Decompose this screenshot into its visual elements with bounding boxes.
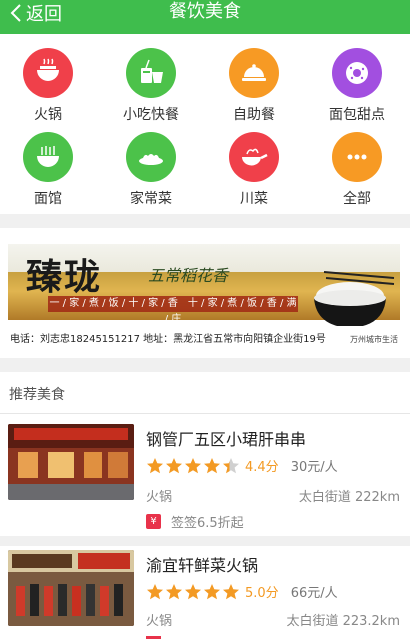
banner-section: 臻珑 五常稻花香 一 / 家 / 煮 / 饭 / 十 / 家 / 香 十 / 家… [0,228,410,358]
banner-slogan: 五常稻花香 [148,266,229,285]
location-distance: 太白街道 223.2km [286,614,400,629]
rating-score: 5.0分 [245,586,279,601]
star-icon [166,583,182,599]
fastfood-icon [126,48,176,98]
star-icon [147,457,163,473]
donut-icon [332,48,382,98]
avg-price: 66元/人 [290,586,338,601]
star-rating: 5.0分 66元/人 [146,582,338,601]
category-noodle[interactable]: 面馆 [0,132,98,208]
banner-watermark: 万州城市生活 [350,335,398,344]
category-label: 家常菜 [130,191,172,207]
banner-brand: 臻珑 [26,256,103,298]
more-icon [332,132,382,182]
promo-text: 签签6.5折起 [171,516,244,531]
category-label: 全部 [343,191,371,207]
hotpot-icon [23,48,73,98]
star-icon [223,583,239,599]
star-rating: 4.4分 30元/人 [146,456,338,475]
shop-photo [8,424,134,500]
category-grid: 火锅 小吃快餐 自助餐 面包甜点 面馆 家常菜 川菜 全部 [0,34,410,214]
category-sichuan[interactable]: 川菜 [204,132,304,208]
category-label: 面包甜点 [329,107,385,123]
shop-card[interactable]: 渝宜轩鲜菜火锅 5.0分 66元/人 火锅 太白街道 223.2km [0,546,410,639]
banner-strip: 一 / 家 / 煮 / 饭 / 十 / 家 / 香 十 / 家 / 煮 / 饭 … [48,296,298,325]
banner-ad[interactable]: 臻珑 五常稻花香 一 / 家 / 煮 / 饭 / 十 / 家 / 香 十 / 家… [8,244,400,348]
category-fastfood[interactable]: 小吃快餐 [101,48,201,124]
avg-price: 30元/人 [290,460,338,475]
shop-name: 渝宜轩鲜菜火锅 [146,556,259,575]
recommend-section: 推荐美食 钢管厂五区小珺肝串串 4.4分 30元/人 火锅 太白街道 222km [0,372,410,639]
star-icon [185,457,201,473]
category-buffet[interactable]: 自助餐 [204,48,304,124]
card-divider [0,536,410,546]
location-distance: 太白街道 222km [298,490,400,505]
category-label: 小吃快餐 [123,107,179,123]
buffet-icon [229,48,279,98]
category-label: 自助餐 [233,107,275,123]
category-all[interactable]: 全部 [307,132,407,208]
category-hotpot[interactable]: 火锅 [0,48,98,124]
discount-badge: ¥ [146,514,161,529]
home-dish-icon [126,132,176,182]
star-icon [147,583,163,599]
rice-bowl-icon [314,271,395,328]
sichuan-wok-icon [229,132,279,182]
noodle-icon [23,132,73,182]
shop-photo [8,550,134,626]
category-label: 面馆 [34,191,62,207]
rating-score: 4.4分 [245,460,279,475]
top-bar: 返回 餐饮美食 [0,0,410,34]
category-homedish[interactable]: 家常菜 [101,132,201,208]
section-title: 推荐美食 [9,387,65,403]
cuisine-tag: 火锅 [146,490,173,505]
banner-contact: 电话：刘志忠18245151217 地址：黑龙江省五常市向阳镇企业街19号 [10,334,326,345]
star-icon [185,583,201,599]
category-label: 川菜 [240,191,268,207]
promo-row: ¥ 签签6.5折起 [146,512,244,531]
divider [0,413,410,414]
category-label: 火锅 [34,107,62,123]
star-icon [166,457,182,473]
shop-card[interactable]: 钢管厂五区小珺肝串串 4.4分 30元/人 火锅 太白街道 222km ¥ 签签… [0,424,410,544]
shop-name: 钢管厂五区小珺肝串串 [146,430,307,449]
category-dessert[interactable]: 面包甜点 [307,48,407,124]
cuisine-tag: 火锅 [146,614,173,629]
star-icon [204,583,220,599]
page-title: 餐饮美食 [169,1,241,22]
star-icon [223,457,239,473]
star-icon [204,457,220,473]
